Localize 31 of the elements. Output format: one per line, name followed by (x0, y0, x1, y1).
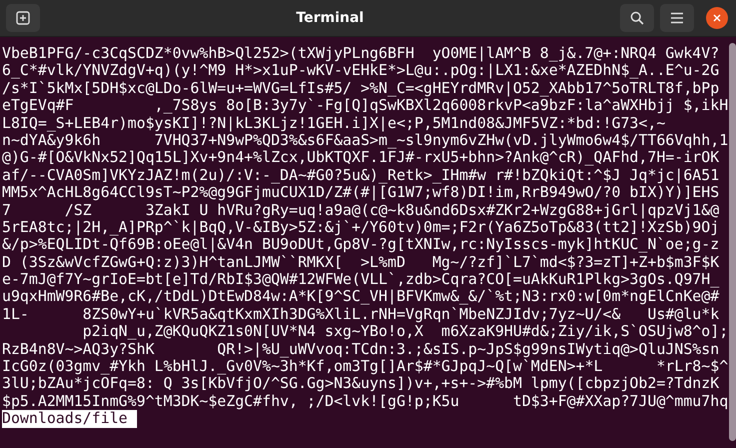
menu-button[interactable] (660, 4, 694, 32)
terminal-line: 7 /SZ 3ZakI U hVRu?gRy=uq!a9a@(c@~k8u&nd6Dsx#ZKr2+WzgG88+jGrl|qpzVj1&@ (2, 202, 720, 219)
terminal-line: VbeB1PFG/-c3CqSCDZ*0vw%hB>Ql252>(tXWjyPLng6BFH yO0ME|lAM^B 8_j&.7@+:NRQ4 Gwk4V? (2, 45, 720, 62)
terminal-line: u9qxHmW9R6#Be,cK,/tDdL)DtEwD84w:A*K[9^SC_VH|BFVKmw&_&/`%t;N3:rx0:w[0m*ngElCnKe@# (2, 288, 720, 306)
search-icon (630, 11, 644, 25)
terminal-line: n~dYA&y9k6h 7VHQ37+N9wP%QD3%&s6F&aaS>m_~sl9nym6vZHw(vD.jlyWmo6w4$/TT66Vqhh,1 (2, 132, 728, 150)
terminal-line: @)G-#[O&VkNx52]Qq15L]Xv+9n4+%lZcx,UbKTQXF.1FJ#-rxU5+bhn>?Ank@^cR)_QAFhd,7H=-irOK (2, 149, 720, 167)
search-button[interactable] (620, 4, 654, 32)
terminal-line: p2iqN_u,Z@KQuQKZ1s0N[UV*N4 sxg~YBo!o,X m6XzaK9HU#d&;Ziy/ik,S`OSUjw8^o]; (82, 323, 728, 341)
terminal-line: af/--CVA0Sm]VKYzJAZ!m(2u)/:V:-_DA~#G0?5u&)_Retk>_IHm#w r#!bZQkiQt:^$J Jq*jc|6A51 (2, 166, 720, 184)
terminal-line: $p5.A2MM15InmG%9^tM3DK~$eZgC#fhv, ;/D<lvk![gG!p;K5u tD$3+F@#XXap?7JU@^mmu7hq (2, 392, 728, 410)
terminal-prompt: Downloads/file (2, 410, 137, 428)
terminal-line: D (3Sz&wVcfZGwG+Q:z)3)H^tanLJMW``RMKX[ >L%mD Mg~/?zf]`L7`md<$?3=zT]+Z+b$m3F$K (2, 254, 720, 272)
terminal-line: 5rEA8tc;|2H,_A]PRp^`k|BqQ,V-&IBy>5Z:&j`+/Y60tv)0m=;F2r(Ya6Z5oTp&83(tt2]!XzSb)9Oj (2, 218, 720, 236)
terminal-line: 1L- 8ZS0wY+u`kVR5a&qtKxmXIh3DG%XliL.rNH=VgRqn`MbeNZJIdv;7yz~U/<& Us#@lu*k (2, 306, 720, 324)
close-icon (713, 14, 721, 22)
terminal-line: &/p>%EQLIDt-Qf69B:oEe@l|&V4n BU9oDUt,Gp8V-?g[tXNIw,rc:NyIsscs-myk]htKUC_N`oe;g-z (2, 236, 720, 254)
new-tab-icon (16, 11, 30, 25)
window-title: Terminal (296, 10, 364, 26)
terminal-line: IcG0z(03gmv_#Ykh L%bHlJ._Gv0V%~3h*Kf,om3Tg[]Ar$#*GJpqJ~Q[w`MdEN>+*L *rLr8~$^ (2, 358, 728, 376)
terminal-line: MM5x^AcHL8g64CCl9sT~P2%@g9GFjmuCUX1D/Z#(#|[G1W7;wf8)DI!im,RrB949wO/?0 bIX)Y)]EHS (2, 184, 720, 202)
terminal-line: 6_C*#vlk/YNVZdgV+q)(y!^M9 H*>x1uP-wKV-vEHkE*>L@u:.pOg:|LX1:&xe*AZEDhN$_A..E^u-2G (2, 62, 720, 80)
terminal-line: L8IQ=_S+LEB4r)mo$ysKI]!?N|kL3KLjz!1GEH.i]X|e<;P,5M1nd08&JMF5VZ:*bd:!G73<,~ (2, 114, 666, 132)
terminal-line: RzB4n8V~>AQ3y?ShK QR!>|%U_uWVvoq:TCdn:3.;&sIS.p~JpS$g99nsIWytiq@>QluJNS%sn (2, 340, 720, 358)
terminal-line: eTgEVq#F ,_7S8ys 8o[B:3y7y`-Fg[Q]qSwKBXl2q6008rkvP<a9bzF:la^aWXHbjj $,ikH (2, 97, 728, 115)
terminal-line: /s*I`5kMx[5DH$xc@LDo-6lW=u+=WVG=LfIs#5/ >%N_C=<gHEYrdMRv|O52_XAbb17^5oTRLT8f,bPp (2, 80, 720, 98)
new-tab-button[interactable] (6, 4, 40, 32)
terminal-line: 3lU;bZAu*jcOFq=8: Q 3s[KbVfjO/^SG.Gg>N3&uyns])v+,+s+->#%bM lpmy([cbpzjOb2=?TdnzK (2, 375, 720, 393)
menu-icon (670, 12, 684, 24)
terminal-line: e-7mJ@f7Y~grIoE=bt[e]Td/RbI$3@QW#12WFWe(VLL`,zdb>Cqra?CO[=uAkKuR1Plkg>3gOs.Q97H_ (2, 271, 720, 288)
close-button[interactable] (706, 7, 728, 29)
